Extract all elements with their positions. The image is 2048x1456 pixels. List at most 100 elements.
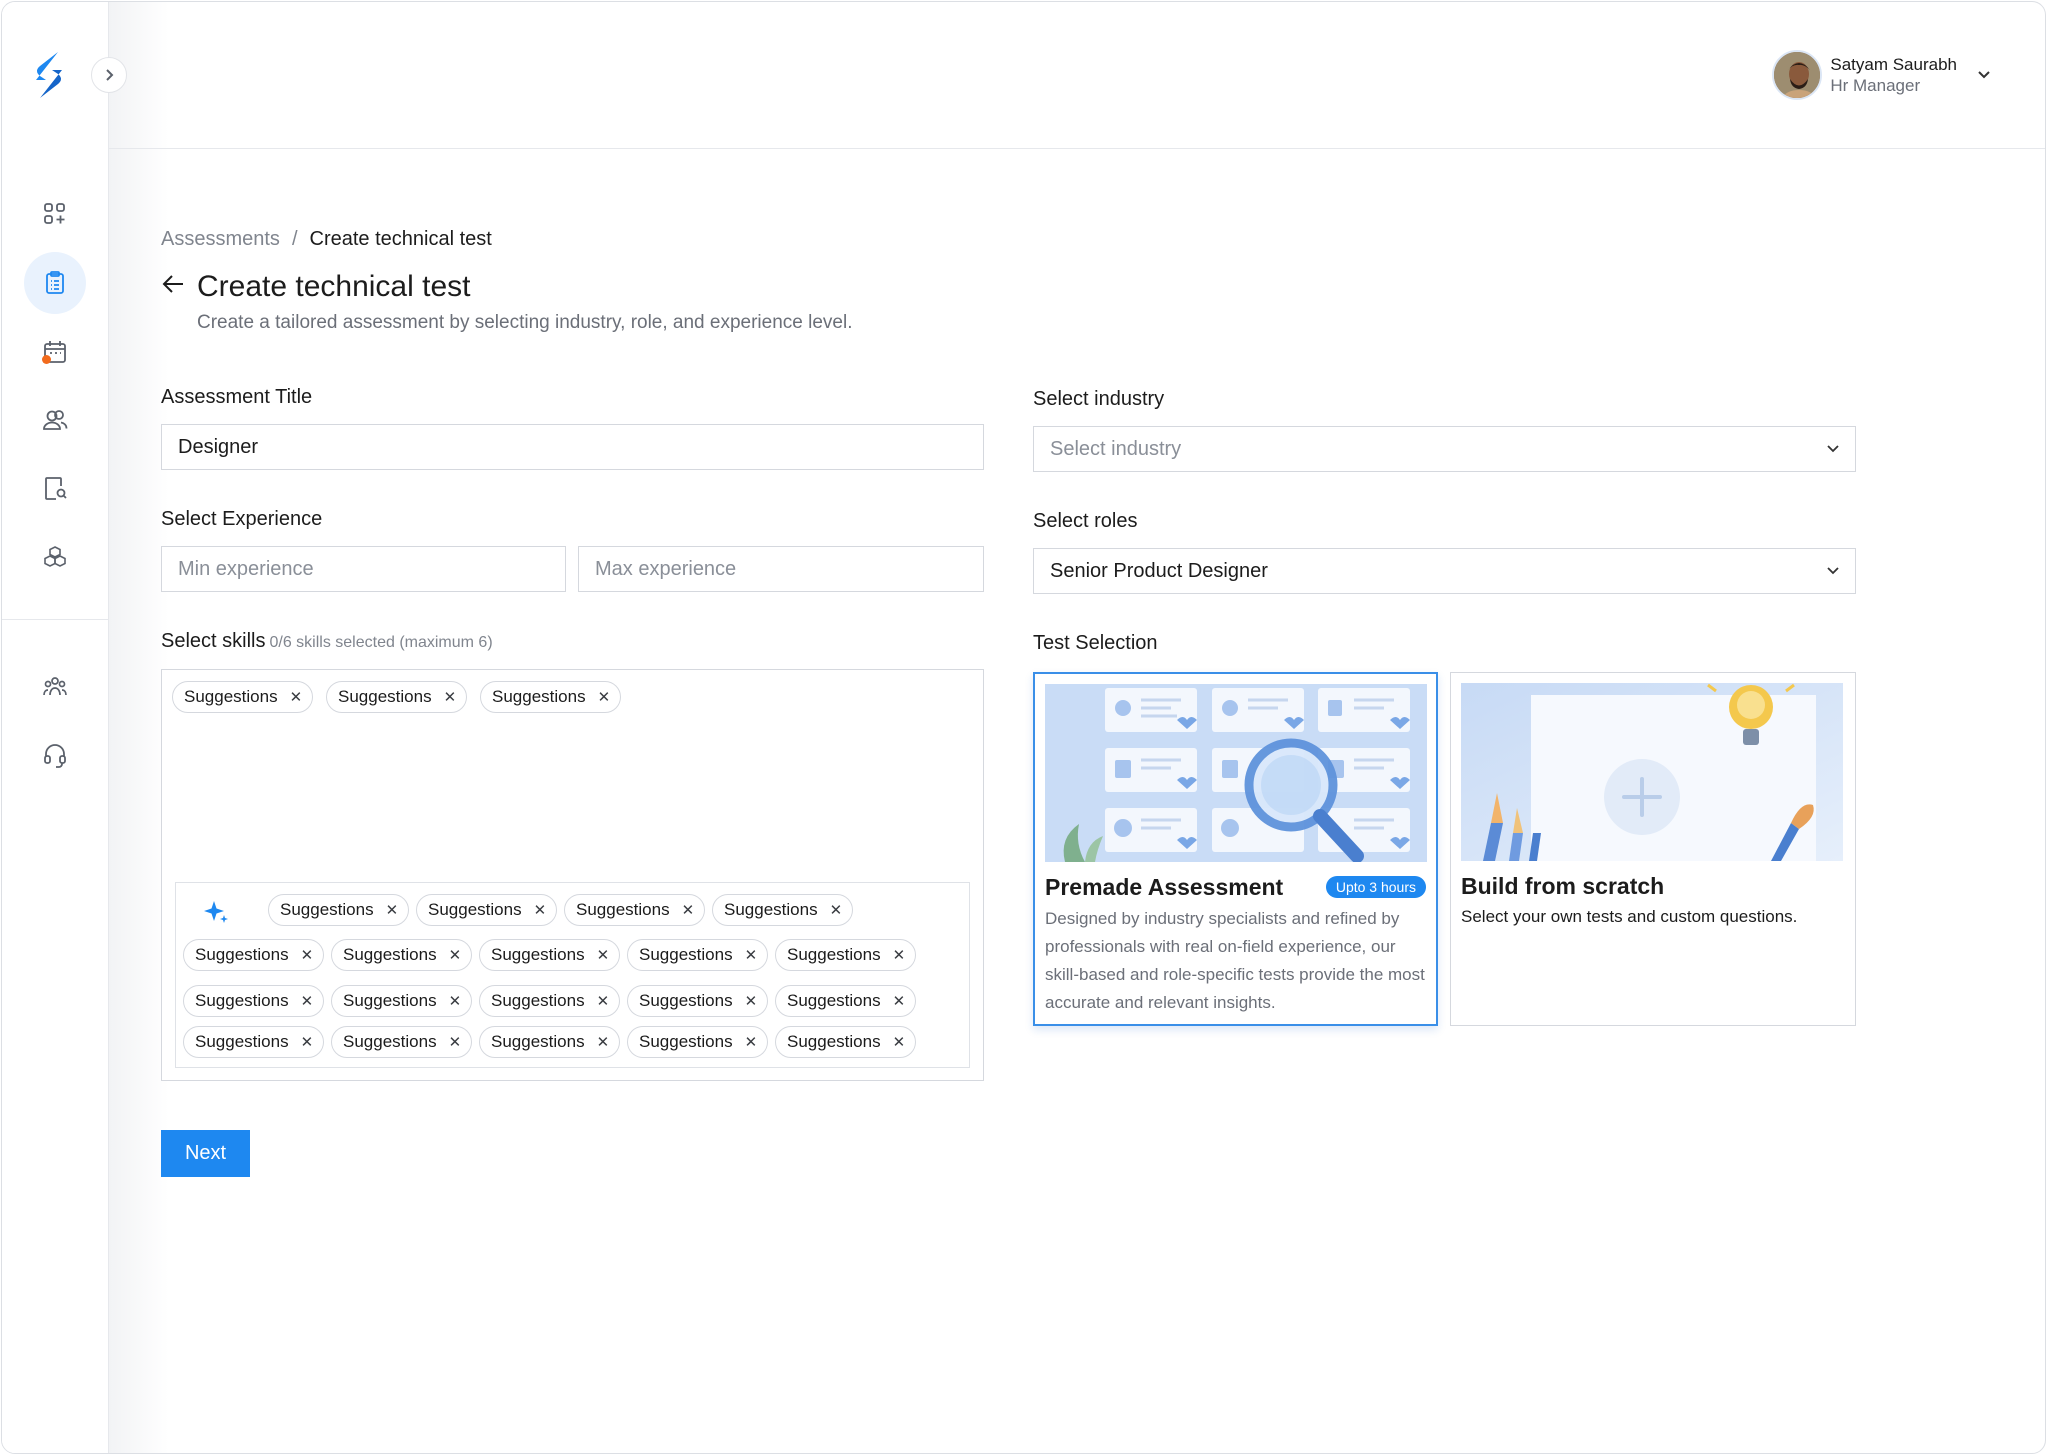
- sidebar-item-review[interactable]: [24, 457, 86, 519]
- suggestion-chip[interactable]: Suggestions ✕: [627, 985, 769, 1017]
- breadcrumb: Assessments / Create technical test: [161, 228, 492, 251]
- brand-logo-icon[interactable]: [32, 50, 66, 100]
- close-icon[interactable]: ✕: [598, 688, 611, 706]
- back-arrow-icon[interactable]: [161, 273, 185, 295]
- skills-selector[interactable]: Suggestions ✕ Suggestions ✕ Suggestions ✕ S…: [161, 669, 984, 1081]
- suggestion-chip[interactable]: Suggestions ✕: [775, 1026, 917, 1058]
- close-icon[interactable]: ✕: [534, 901, 547, 919]
- suggestion-chip[interactable]: Suggestions ✕: [331, 939, 473, 971]
- sidebar-item-candidates[interactable]: [24, 389, 86, 451]
- suggestion-chip-label: Suggestions: [195, 945, 289, 964]
- close-icon[interactable]: ✕: [597, 946, 610, 964]
- suggestion-chip-label: Suggestions: [787, 991, 881, 1010]
- roles-value: Senior Product Designer: [1050, 559, 1268, 582]
- user-menu[interactable]: Satyam Saurabh Hr Manager: [1772, 50, 1991, 100]
- skills-label: Select skills 0/6 skills selected (maximu…: [161, 630, 493, 653]
- suggestion-chip[interactable]: Suggestions ✕: [331, 1026, 473, 1058]
- suggestion-chip[interactable]: Suggestions ✕: [183, 1026, 325, 1058]
- suggestion-chip[interactable]: Suggestions ✕: [268, 894, 410, 926]
- selected-skill-chip[interactable]: Suggestions ✕: [172, 681, 314, 713]
- duration-badge: Upto 3 hours: [1325, 876, 1426, 898]
- suggestion-chip[interactable]: Suggestions ✕: [416, 894, 558, 926]
- premade-assessment-illustration: [1045, 684, 1427, 862]
- close-icon[interactable]: ✕: [386, 901, 399, 919]
- breadcrumb-separator: /: [291, 228, 298, 250]
- close-icon[interactable]: ✕: [682, 901, 695, 919]
- premade-assessment-description: Designed by industry specialists and ref…: [1045, 909, 1425, 1012]
- roles-select[interactable]: Senior Product Designer: [1033, 548, 1856, 594]
- close-icon[interactable]: ✕: [830, 901, 843, 919]
- close-icon[interactable]: ✕: [745, 1033, 758, 1051]
- suggestion-chip[interactable]: Suggestions ✕: [627, 939, 769, 971]
- dashboard-icon: [44, 203, 65, 224]
- close-icon[interactable]: ✕: [301, 946, 314, 964]
- skill-chip-label: Suggestions: [184, 687, 278, 706]
- suggestion-chip-label: Suggestions: [280, 900, 374, 919]
- suggestion-chip-label: Suggestions: [343, 1032, 437, 1051]
- selected-skill-chip[interactable]: Suggestions ✕: [326, 681, 468, 713]
- suggestion-chip[interactable]: Suggestions ✕: [564, 894, 706, 926]
- suggestion-chip[interactable]: Suggestions ✕: [775, 939, 917, 971]
- close-icon[interactable]: ✕: [893, 1033, 906, 1051]
- suggestion-chip[interactable]: Suggestions ✕: [479, 985, 621, 1017]
- sidebar-item-assessments[interactable]: [24, 252, 86, 314]
- suggestion-chip[interactable]: Suggestions ✕: [183, 939, 325, 971]
- suggestion-chip-label: Suggestions: [195, 1032, 289, 1051]
- premade-assessment-title: Premade Assessment: [1045, 874, 1284, 900]
- page-title: Create technical test: [197, 270, 471, 303]
- suggestion-chip[interactable]: Suggestions ✕: [183, 985, 325, 1017]
- close-icon[interactable]: ✕: [597, 992, 610, 1010]
- suggestion-chip[interactable]: Suggestions ✕: [712, 894, 854, 926]
- close-icon[interactable]: ✕: [449, 1033, 462, 1051]
- suggestion-chip-label: Suggestions: [491, 1032, 585, 1051]
- suggestion-chip-label: Suggestions: [787, 945, 881, 964]
- close-icon[interactable]: ✕: [893, 992, 906, 1010]
- build-from-scratch-title: Build from scratch: [1461, 873, 1665, 899]
- close-icon[interactable]: ✕: [745, 992, 758, 1010]
- page-subtitle: Create a tailored assessment by selectin…: [197, 312, 853, 333]
- suggestion-chip[interactable]: Suggestions ✕: [479, 939, 621, 971]
- assessment-title-label: Assessment Title: [161, 386, 313, 408]
- next-button[interactable]: Next: [161, 1130, 250, 1177]
- selected-skill-chip[interactable]: Suggestions ✕: [480, 681, 622, 713]
- assessment-title-input[interactable]: Designer: [161, 424, 984, 470]
- sidebar-item-modules[interactable]: [24, 526, 86, 588]
- premade-assessment-card[interactable]: Premade Assessment Upto 3 hours Designed…: [1033, 672, 1438, 1026]
- sidebar-item-calendar[interactable]: [24, 321, 86, 383]
- suggestion-chip-label: Suggestions: [491, 991, 585, 1010]
- close-icon[interactable]: ✕: [444, 688, 457, 706]
- sparkle-ai-icon: [204, 901, 228, 923]
- sidebar-item-dashboard[interactable]: [24, 183, 86, 245]
- close-icon[interactable]: ✕: [893, 946, 906, 964]
- close-icon[interactable]: ✕: [301, 992, 314, 1010]
- skill-chip-label: Suggestions: [492, 687, 586, 706]
- close-icon[interactable]: ✕: [449, 946, 462, 964]
- chevron-right-icon: [106, 69, 114, 81]
- chevron-down-icon: [1978, 71, 1990, 79]
- build-from-scratch-card[interactable]: Build from scratch Select your own tests…: [1450, 672, 1856, 1026]
- suggestion-chip[interactable]: Suggestions ✕: [331, 985, 473, 1017]
- suggestion-chip-label: Suggestions: [787, 1032, 881, 1051]
- headset-icon: [44, 744, 66, 768]
- close-icon[interactable]: ✕: [290, 688, 303, 706]
- min-experience-input[interactable]: Min experience: [161, 546, 566, 592]
- industry-select[interactable]: Select industry: [1033, 426, 1856, 472]
- breadcrumb-assessments-link[interactable]: Assessments: [161, 228, 280, 250]
- suggestion-chip[interactable]: Suggestions ✕: [479, 1026, 621, 1058]
- skills-label-text: Select skills: [161, 630, 266, 652]
- sidebar-item-support[interactable]: [24, 724, 86, 786]
- close-icon[interactable]: ✕: [449, 992, 462, 1010]
- close-icon[interactable]: ✕: [301, 1033, 314, 1051]
- close-icon[interactable]: ✕: [745, 946, 758, 964]
- suggestion-chip-label: Suggestions: [195, 991, 289, 1010]
- suggestion-chip[interactable]: Suggestions ✕: [627, 1026, 769, 1058]
- sidebar-item-team[interactable]: [24, 656, 86, 718]
- suggestion-chip-label: Suggestions: [428, 900, 522, 919]
- breadcrumb-current: Create technical test: [309, 228, 492, 250]
- close-icon[interactable]: ✕: [597, 1033, 610, 1051]
- skill-chip-label: Suggestions: [338, 687, 432, 706]
- roles-label: Select roles: [1033, 510, 1138, 532]
- max-experience-input[interactable]: Max experience: [578, 546, 984, 592]
- sidebar-toggle-button[interactable]: [91, 57, 127, 93]
- suggestion-chip[interactable]: Suggestions ✕: [775, 985, 917, 1017]
